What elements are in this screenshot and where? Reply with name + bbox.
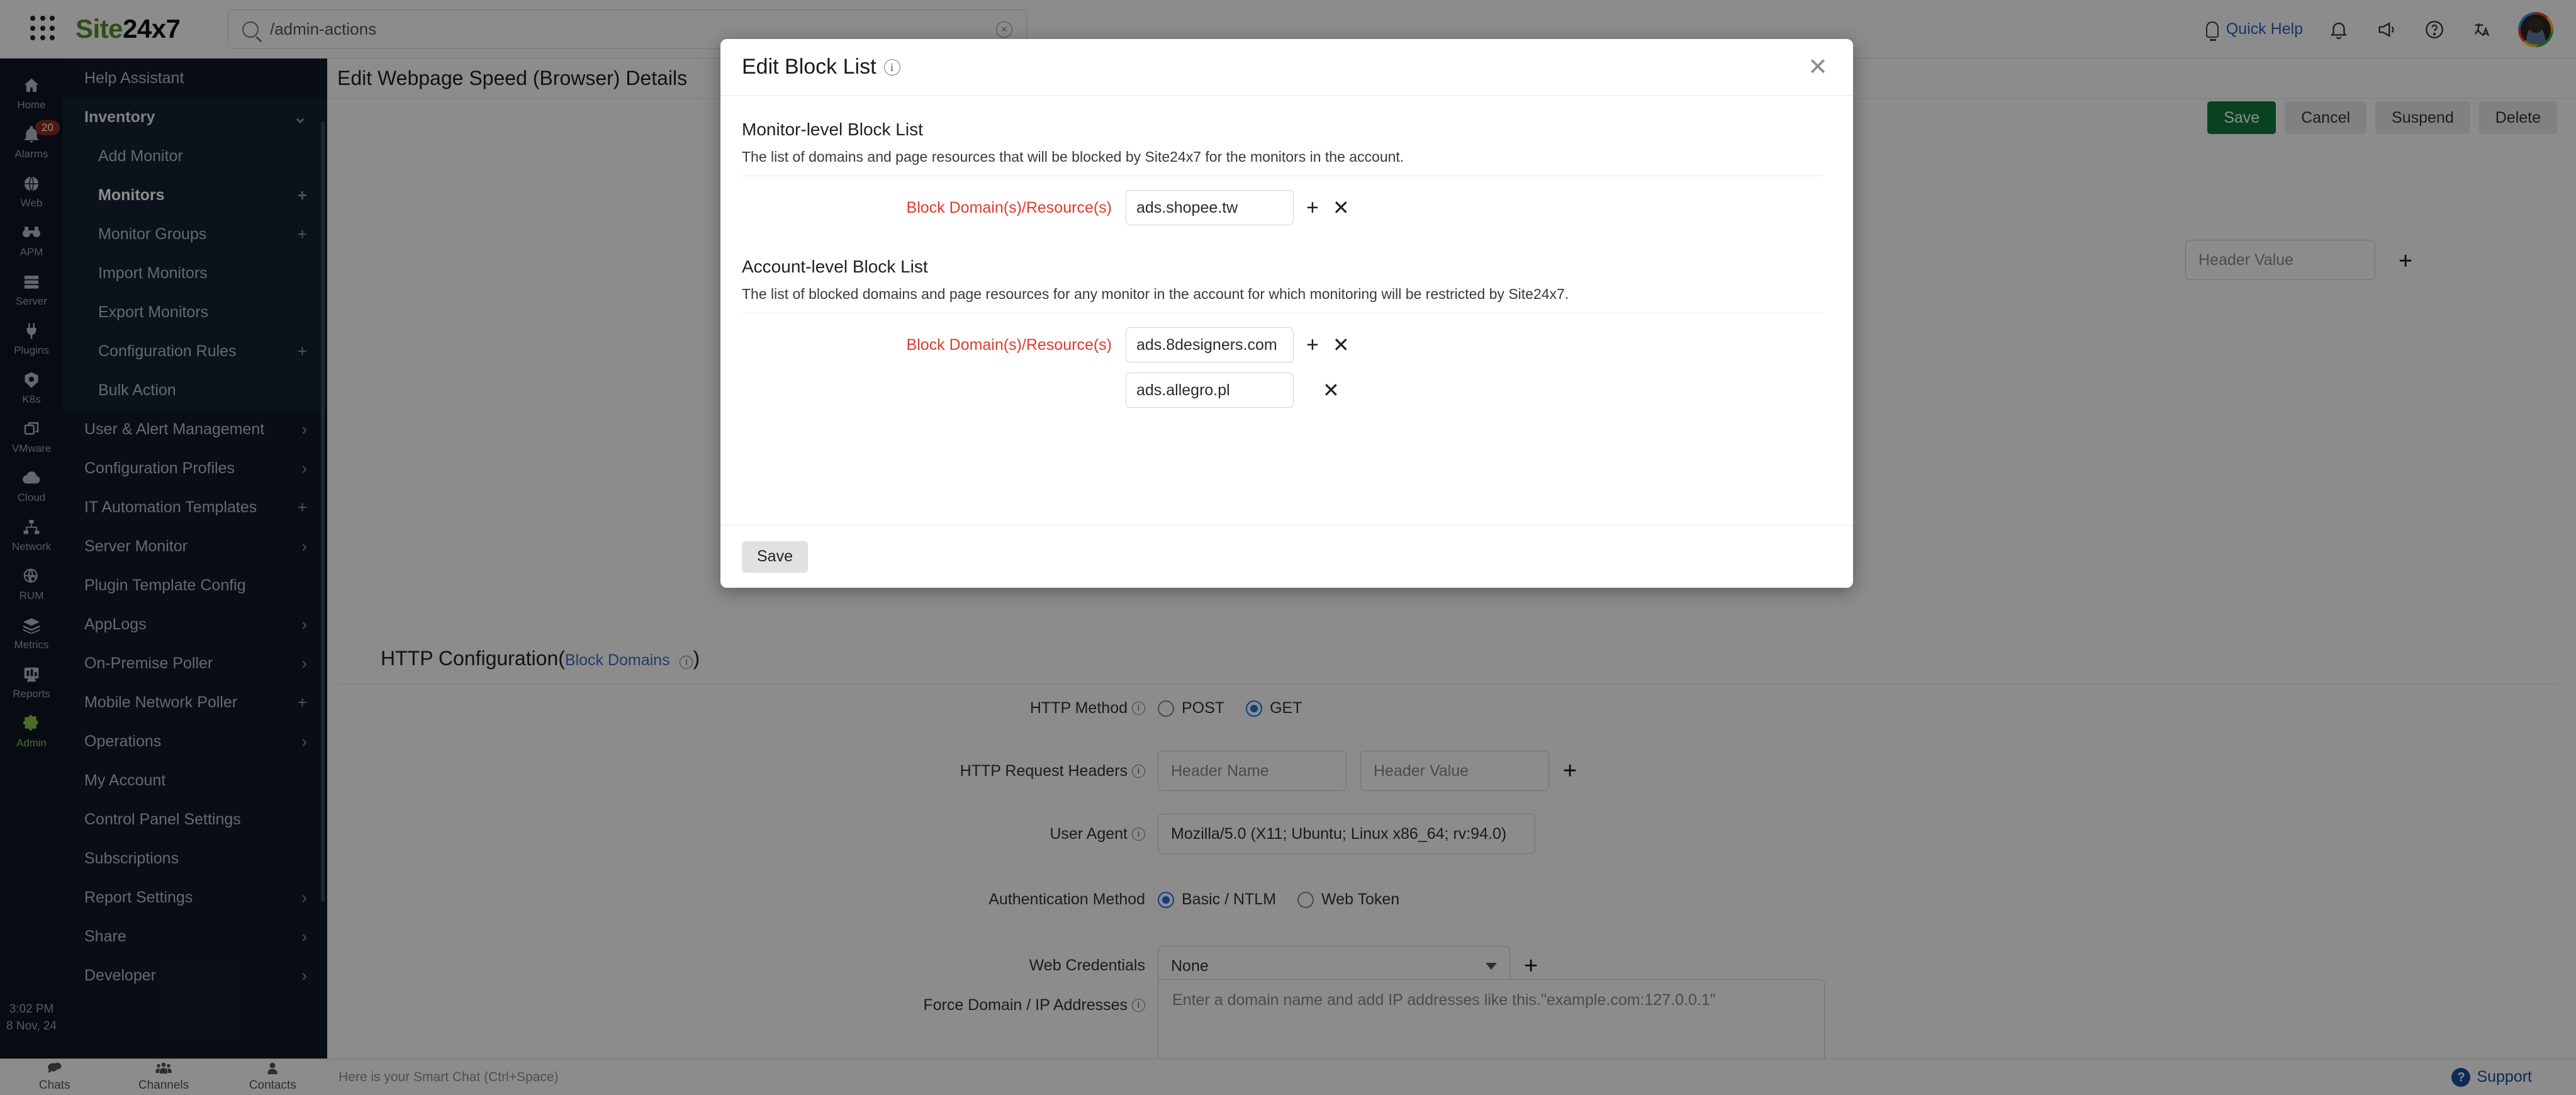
close-icon[interactable]: ✕ (1808, 55, 1828, 79)
account-level-domain-input-1[interactable]: ads.allegro.pl (1126, 373, 1294, 408)
monitor-level-description: The list of domains and page resources t… (742, 149, 1823, 166)
modal-save-button[interactable]: Save (742, 541, 808, 573)
add-row-icon[interactable]: + (1306, 334, 1319, 356)
remove-row-icon[interactable]: ✕ (1323, 380, 1340, 400)
account-level-row-0-actions: + ✕ (1306, 334, 1350, 356)
monitor-level-section: Monitor-level Block List The list of dom… (742, 120, 1823, 225)
monitor-level-domain-input-0[interactable]: ads.shopee.tw (1126, 190, 1294, 225)
modal-title: Edit Block List (742, 55, 876, 79)
account-level-heading: Account-level Block List (742, 257, 1823, 277)
account-level-section: Account-level Block List The list of blo… (742, 257, 1823, 408)
account-level-field-label: Block Domain(s)/Resource(s) (742, 336, 1126, 354)
account-level-domain-input-0[interactable]: ads.8designers.com (1126, 327, 1294, 362)
modal-footer: Save (720, 525, 1853, 588)
monitor-level-field-label: Block Domain(s)/Resource(s) (742, 199, 1126, 217)
app-root: Site24x7 /admin-actions × Quick Help (0, 0, 2576, 1095)
edit-block-list-modal: Edit Block List i ✕ Monitor-level Block … (720, 39, 1853, 588)
info-icon[interactable]: i (884, 59, 900, 76)
modal-body: Monitor-level Block List The list of dom… (720, 96, 1853, 525)
account-level-row-1: ads.allegro.pl ✕ (742, 373, 1823, 408)
monitor-level-row: Block Domain(s)/Resource(s) ads.shopee.t… (742, 190, 1823, 225)
account-level-row-0: Block Domain(s)/Resource(s) ads.8designe… (742, 327, 1823, 362)
monitor-level-row-actions: + ✕ (1306, 197, 1350, 218)
add-row-icon[interactable]: + (1306, 197, 1319, 218)
account-level-row-1-actions: ✕ (1306, 380, 1340, 400)
remove-row-icon[interactable]: ✕ (1333, 335, 1350, 355)
monitor-level-heading: Monitor-level Block List (742, 120, 1823, 140)
remove-row-icon[interactable]: ✕ (1333, 198, 1350, 218)
account-level-description: The list of blocked domains and page res… (742, 286, 1823, 303)
modal-header: Edit Block List i ✕ (720, 39, 1853, 96)
